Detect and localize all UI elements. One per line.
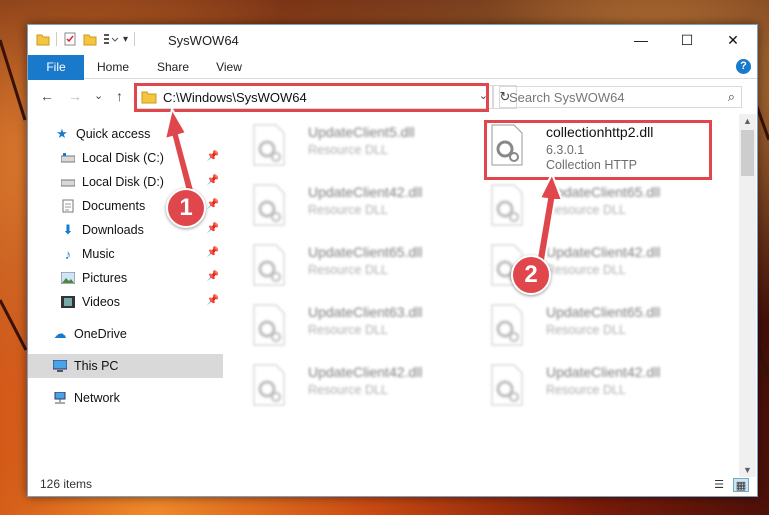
file-item[interactable]: UpdateClient42.dll Resource DLL	[476, 236, 706, 292]
back-arrow-icon[interactable]: ←	[40, 88, 54, 104]
search-placeholder: Search SysWOW64	[509, 90, 625, 105]
file-item[interactable]: UpdateClient65.dll Resource DLL	[238, 236, 468, 292]
pictures-icon	[60, 270, 76, 286]
file-item[interactable]: UpdateClient63.dll Resource DLL	[238, 296, 468, 352]
file-item[interactable]: UpdateClient42.dll Resource DLL	[238, 176, 468, 232]
file-type: Resource DLL	[308, 203, 388, 217]
file-item[interactable]: UpdateClient42.dll Resource DLL	[238, 356, 468, 412]
drive-icon	[60, 150, 76, 166]
downloads-icon: ⬇	[62, 222, 74, 237]
pin-icon: 📌	[206, 271, 219, 282]
network-icon	[52, 390, 68, 406]
minimize-button[interactable]: —	[618, 25, 664, 55]
step-badge-1: 1	[166, 188, 206, 228]
pin-icon: 📌	[206, 223, 219, 234]
sidebar-item-network[interactable]: Network	[28, 386, 223, 410]
dll-file-icon	[253, 304, 285, 346]
search-box[interactable]: Search SysWOW64 ⌕	[499, 86, 742, 108]
file-item[interactable]: UpdateClient42.dll Resource DLL	[476, 356, 706, 412]
step-badge-2: 2	[511, 255, 551, 295]
scroll-thumb[interactable]	[741, 130, 754, 176]
sidebar-item-label: Local Disk (C:)	[82, 151, 164, 165]
file-name: UpdateClient65.dll	[308, 244, 423, 260]
file-item[interactable]: UpdateClient65.dll Resource DLL	[476, 176, 706, 232]
sidebar-item-label: Music	[82, 247, 115, 261]
ribbon-tabs: File Home Share View ?	[28, 55, 757, 111]
maximize-button[interactable]: ☐	[664, 25, 710, 55]
recent-locations-icon[interactable]: ⌄	[94, 89, 103, 102]
file-type: Resource DLL	[308, 383, 388, 397]
close-button[interactable]: ✕	[710, 25, 756, 55]
dll-file-icon	[253, 244, 285, 286]
folder-icon	[36, 34, 50, 46]
quick-access-toolbar: ▾	[36, 32, 141, 46]
search-icon[interactable]: ⌕	[728, 89, 735, 105]
computer-icon	[52, 358, 68, 374]
star-icon: ★	[56, 126, 68, 141]
new-folder-icon[interactable]	[83, 32, 97, 46]
window-title: SysWOW64	[168, 33, 239, 48]
scroll-up-icon[interactable]: ▲	[739, 116, 756, 126]
videos-icon	[60, 294, 76, 310]
sidebar-item-label: Documents	[82, 199, 146, 213]
customize-toolbar-icon[interactable]	[103, 32, 119, 46]
file-type: Resource DLL	[308, 263, 388, 277]
help-icon[interactable]: ?	[736, 59, 751, 74]
pin-icon: 📌	[206, 247, 219, 258]
sidebar-item-videos[interactable]: Videos 📌	[28, 290, 223, 314]
sidebar-item-label: Downloads	[82, 223, 144, 237]
file-type: Resource DLL	[308, 323, 388, 337]
file-name: UpdateClient65.dll	[546, 304, 661, 320]
music-icon: ♪	[64, 246, 72, 262]
sidebar-item-label: Quick access	[76, 127, 151, 141]
cloud-icon: ☁	[53, 326, 67, 341]
tab-view[interactable]: View	[206, 55, 252, 79]
dll-file-icon	[253, 184, 285, 226]
sidebar-item-pictures[interactable]: Pictures 📌	[28, 266, 223, 290]
tab-share[interactable]: Share	[150, 55, 196, 79]
status-bar: 126 items ☰ ▦	[28, 474, 757, 496]
file-name: UpdateClient42.dll	[546, 364, 661, 380]
file-type: Resource DLL	[546, 323, 626, 337]
file-name: UpdateClient42.dll	[308, 184, 423, 200]
sidebar-item-music[interactable]: ♪ Music 📌	[28, 242, 223, 266]
separator	[134, 32, 136, 46]
sidebar-item-label: This PC	[74, 359, 119, 373]
documents-icon	[60, 198, 76, 214]
sidebar-item-onedrive[interactable]: ☁ OneDrive	[28, 322, 223, 346]
toolbar-dropdown-icon[interactable]: ▾	[123, 34, 128, 45]
title-bar: ▾ SysWOW64 — ☐ ✕	[28, 25, 757, 55]
file-type: Resource DLL	[308, 143, 388, 157]
drive-icon	[60, 174, 76, 190]
file-item[interactable]: UpdateClient65.dll Resource DLL	[476, 296, 706, 352]
vertical-scrollbar[interactable]: ▲ ▼	[739, 114, 756, 477]
dll-file-icon	[253, 124, 285, 166]
sidebar-item-label: Pictures	[82, 271, 128, 285]
large-icons-view-icon[interactable]: ▦	[733, 478, 749, 492]
tab-home[interactable]: Home	[90, 55, 136, 79]
file-name: UpdateClient42.dll	[308, 364, 423, 380]
item-count: 126 items	[40, 477, 93, 491]
forward-arrow-icon[interactable]: →	[68, 88, 82, 104]
file-type: Resource DLL	[546, 383, 626, 397]
sidebar-item-label: OneDrive	[74, 327, 127, 341]
pin-icon: 📌	[206, 295, 219, 306]
properties-icon[interactable]	[63, 32, 77, 46]
details-view-icon[interactable]: ☰	[711, 478, 727, 492]
file-name: UpdateClient63.dll	[308, 304, 423, 320]
file-item[interactable]: UpdateClient5.dll Resource DLL	[238, 116, 468, 172]
sidebar-item-label: Local Disk (D:)	[82, 175, 164, 189]
sidebar-item-label: Network	[74, 391, 120, 405]
dll-file-icon	[253, 364, 285, 406]
dll-file-icon	[491, 364, 523, 406]
dll-file-icon	[491, 304, 523, 346]
file-name: UpdateClient5.dll	[308, 124, 415, 140]
sidebar-item-label: Videos	[82, 295, 120, 309]
up-arrow-icon[interactable]: ↑	[116, 88, 123, 104]
separator	[56, 32, 57, 46]
sidebar-item-this-pc[interactable]: This PC	[28, 354, 223, 378]
